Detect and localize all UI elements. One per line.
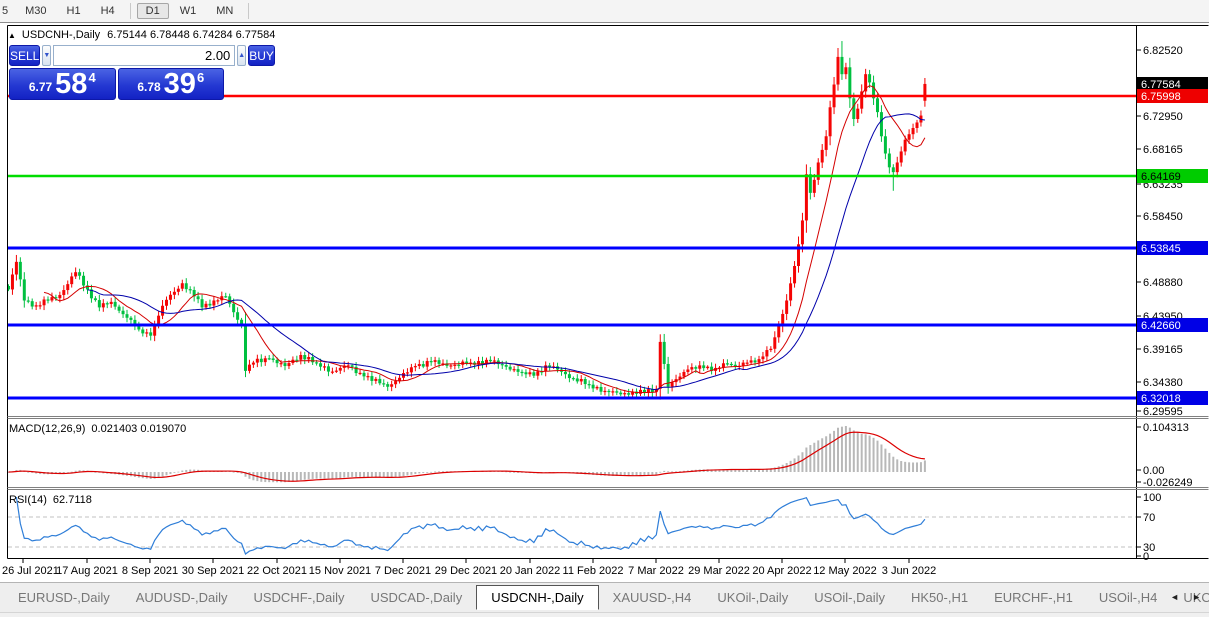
chart-tab-ukoil-daily[interactable]: UKOil-,Daily (705, 586, 800, 609)
y-axis-label: 0 (1143, 551, 1149, 563)
timeframe-toolbar: 5M30H1H4 D1W1MN (0, 0, 1209, 23)
chart-tab-bar: ◄ ► EURUSD-,DailyAUDUSD-,DailyUSDCHF-,Da… (0, 582, 1209, 612)
chart-tab-eurusd-daily[interactable]: EURUSD-,Daily (6, 586, 122, 609)
y-axis-label: 6.72950 (1143, 111, 1183, 123)
x-axis-label: 29 Dec 2021 (435, 565, 497, 577)
buy-price-pips: 39 (164, 71, 196, 97)
x-axis-label: 30 Sep 2021 (182, 565, 244, 577)
y-axis-label: 6.39165 (1143, 344, 1183, 356)
volume-increase-button[interactable]: ▲ (237, 45, 246, 66)
y-axis-label: 6.58450 (1143, 211, 1183, 223)
price-badge: 6.32018 (1141, 393, 1181, 405)
sell-price-point: 4 (88, 70, 95, 85)
scroll-tabs-left-icon[interactable]: ◄ (1170, 592, 1179, 602)
buy-price-point: 6 (197, 70, 204, 85)
x-axis-label: 20 Apr 2022 (752, 565, 811, 577)
x-axis-label: 11 Feb 2022 (563, 565, 624, 577)
timeframe-h1[interactable]: H1 (58, 3, 90, 19)
trading-terminal: 6.825206.729506.681656.632356.584506.488… (0, 0, 1209, 616)
price-level-lines[interactable] (8, 96, 1136, 398)
y-axis-label: -0.026249 (1143, 477, 1193, 489)
scroll-tabs-right-icon[interactable]: ► (1192, 592, 1201, 602)
x-axis-label: 12 May 2022 (813, 565, 877, 577)
volume-decrease-button[interactable]: ▼ (42, 45, 51, 66)
y-axis: 6.825206.729506.681656.632356.584506.488… (1137, 45, 1209, 563)
timeframe-m30[interactable]: M30 (16, 3, 55, 19)
x-axis-label: 17 Aug 2021 (56, 565, 118, 577)
macd-values: 0.021403 0.019070 (91, 423, 186, 435)
timeframe-mn[interactable]: MN (207, 3, 242, 19)
chart-title: ▲ USDCNH-,Daily 6.75144 6.78448 6.74284 … (8, 29, 275, 41)
timeframe-5[interactable]: 5 (1, 3, 14, 19)
rsi-name: RSI(14) (9, 494, 47, 506)
sell-price-button[interactable]: 6.77 58 4 (9, 68, 116, 100)
chart-tab-eurchf-h1[interactable]: EURCHF-,H1 (982, 586, 1085, 609)
x-axis-label: 7 Dec 2021 (375, 565, 431, 577)
sell-price-base: 6.77 (29, 80, 52, 94)
macd-name: MACD(12,26,9) (9, 423, 85, 435)
toolbar-separator (130, 3, 131, 19)
chart-tab-xauusd-h4[interactable]: XAUUSD-,H4 (601, 586, 704, 609)
timeframe-w1[interactable]: W1 (171, 3, 206, 19)
rsi-line (16, 497, 925, 554)
symbol-label: USDCNH-,Daily (22, 29, 100, 41)
x-axis-label: 8 Sep 2021 (122, 565, 178, 577)
y-axis-label: 0.104313 (1143, 422, 1189, 434)
chart-tab-usoil-h4[interactable]: USOil-,H4 (1087, 586, 1170, 609)
y-axis-label: 6.68165 (1143, 144, 1183, 156)
y-axis-label: 6.82520 (1143, 45, 1183, 57)
status-strip (0, 612, 1209, 617)
rsi-label: RSI(14) 62.7118 (9, 494, 98, 506)
y-axis-label: 100 (1143, 492, 1161, 504)
y-axis-label: 6.34380 (1143, 377, 1183, 389)
buy-price-base: 6.78 (137, 80, 160, 94)
y-axis-label: 70 (1143, 512, 1155, 524)
chart-tab-audusd-daily[interactable]: AUDUSD-,Daily (124, 586, 240, 609)
x-axis-label: 26 Jul 2021 (2, 565, 59, 577)
chart-tab-usoil-daily[interactable]: USOil-,Daily (802, 586, 897, 609)
sell-button[interactable]: SELL (9, 45, 40, 66)
y-axis-label: 6.48880 (1143, 277, 1183, 289)
volume-input[interactable] (53, 45, 235, 66)
timeframe-d1[interactable]: D1 (137, 3, 169, 19)
x-axis-label: 22 Oct 2021 (247, 565, 307, 577)
x-axis-label: 20 Jan 2022 (500, 565, 561, 577)
ohlc-values: 6.75144 6.78448 6.74284 6.77584 (107, 29, 275, 41)
chart-tab-hk50-h1[interactable]: HK50-,H1 (899, 586, 980, 609)
x-axis-label: 29 Mar 2022 (688, 565, 750, 577)
chart-frame (8, 26, 1209, 559)
x-axis-label: 15 Nov 2021 (309, 565, 371, 577)
timeframe-h4[interactable]: H4 (92, 3, 124, 19)
toolbar-separator (248, 3, 249, 19)
x-axis-label: 7 Mar 2022 (628, 565, 684, 577)
buy-price-button[interactable]: 6.78 39 6 (118, 68, 225, 100)
rsi-value: 62.7118 (53, 494, 92, 506)
x-axis-label: 3 Jun 2022 (882, 565, 936, 577)
price-badge: 6.53845 (1141, 243, 1181, 255)
buy-button[interactable]: BUY (248, 45, 275, 66)
sell-price-pips: 58 (55, 71, 87, 97)
collapse-panel-icon[interactable]: ▲ (8, 31, 16, 40)
chart-tab-usdchf-daily[interactable]: USDCHF-,Daily (241, 586, 356, 609)
ma-fast-line (44, 86, 925, 393)
chart-tab-usdcad-daily[interactable]: USDCAD-,Daily (358, 586, 474, 609)
x-axis: 26 Jul 202117 Aug 2021 8 Sep 2021 30 Sep 2… (2, 559, 936, 578)
price-badge: 6.64169 (1141, 171, 1181, 183)
price-badge: 6.75998 (1141, 91, 1181, 103)
macd-label: MACD(12,26,9) 0.021403 0.019070 (9, 423, 192, 435)
chart-tab-usdcnh-daily[interactable]: USDCNH-,Daily (476, 585, 598, 610)
y-axis-label: 6.29595 (1143, 406, 1183, 418)
price-badge: 6.42660 (1141, 320, 1181, 332)
one-click-trading-panel: SELL ▼ ▲ BUY 6.77 58 4 6.78 39 6 (9, 45, 224, 100)
y-axis-label: 0.00 (1143, 465, 1164, 477)
